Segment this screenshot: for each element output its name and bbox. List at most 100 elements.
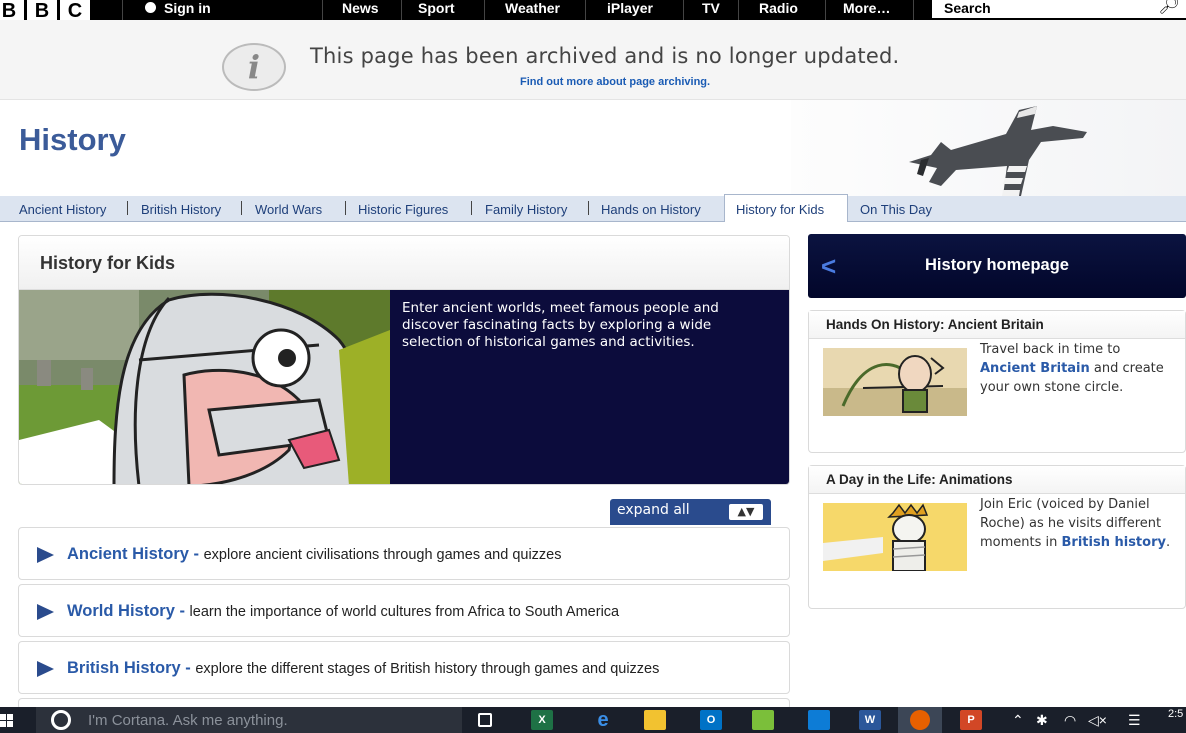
tab-historic-figures[interactable]: Historic Figures [358,202,448,217]
section-row[interactable]: Ancient History - explore ancient civili… [18,527,790,580]
task-view-icon[interactable] [478,713,492,727]
tab-separator [588,201,589,215]
tab-hands-on-history[interactable]: Hands on History [601,202,701,217]
promo-text: Travel back in time to Ancient Britain a… [980,340,1180,397]
tab-family-history[interactable]: Family History [485,202,567,217]
nav-divider [683,0,684,20]
nav-divider [484,0,485,20]
search-icon[interactable]: 🔎︎ [1158,0,1180,14]
powerpoint-icon[interactable]: P [960,710,982,730]
sign-in-link[interactable]: Sign in [145,0,211,20]
site-header: History [0,100,1186,196]
tab-separator [471,201,472,215]
windows-start-icon[interactable] [0,714,14,728]
spitfire-plane-icon [909,106,1087,196]
chevron-left-icon: < [821,251,837,281]
history-homepage-label: History homepage [925,256,1069,274]
app-icon[interactable] [752,710,774,730]
logo-letter: B [27,0,57,22]
section-title[interactable]: World History - learn the importance of … [67,602,619,621]
nav-weather[interactable]: Weather [505,0,560,16]
archer-thumbnail[interactable] [823,348,967,416]
nav-divider [913,0,914,20]
bbc-global-nav: B B C Sign in News Sport Weather iPlayer… [0,0,1186,22]
volume-icon[interactable]: ◁× [1088,712,1107,729]
section-title[interactable]: Ancient History - explore ancient civili… [67,545,561,564]
sign-in-label: Sign in [164,0,211,16]
expand-all-label: expand all [617,502,690,518]
eric-animation-image-icon [823,503,967,571]
promo-heading[interactable]: Hands On History: Ancient Britain [809,311,1185,339]
history-homepage-button[interactable]: < History homepage [808,234,1186,298]
nav-radio[interactable]: Radio [759,0,798,16]
expand-arrow-icon[interactable] [37,604,54,620]
bbc-logo[interactable]: B B C [0,0,90,22]
clock[interactable]: 2:5 [1168,708,1183,720]
firefox-icon[interactable] [898,707,942,733]
logo-letter: B [0,0,24,22]
expand-arrow-icon[interactable] [37,547,54,563]
nav-divider [585,0,586,20]
spitfire-banner-image [791,100,1186,196]
knight-illustration[interactable] [19,290,390,484]
feature-heading: History for Kids [19,236,789,290]
tab-world-wars[interactable]: World Wars [255,202,322,217]
tab-british-history[interactable]: British History [141,202,221,217]
expand-all-control[interactable]: expand all ▲︎▼︎ [610,499,771,525]
section-tabs: Ancient History British History World Wa… [0,194,1186,222]
promo-card: Hands On History: Ancient Britain Travel… [808,310,1186,453]
expand-arrow-icon[interactable] [37,661,54,677]
ancient-britain-link[interactable]: Ancient Britain [980,361,1090,376]
archer-image-icon [823,348,967,416]
feature-description: Enter ancient worlds, meet famous people… [390,290,789,484]
section-title[interactable]: British History - explore the different … [67,659,659,678]
archive-notice: i This page has been archived and is no … [0,20,1186,100]
tab-separator [345,201,346,215]
nav-more[interactable]: More… [843,0,890,16]
nav-divider [401,0,402,20]
nav-tv[interactable]: TV [702,0,720,16]
british-history-link[interactable]: British history [1062,535,1166,550]
nav-iplayer[interactable]: iPlayer [607,0,653,16]
file-explorer-icon[interactable] [644,710,666,730]
outlook-icon[interactable]: O [700,710,722,730]
promo-text-pre: Travel back in time to [980,342,1121,357]
chevron-up-icon[interactable]: ⌃ [1012,712,1024,729]
promo-card: A Day in the Life: Animations Join Eric … [808,465,1186,609]
promo-heading[interactable]: A Day in the Life: Animations [809,466,1185,494]
cortana-placeholder: I'm Cortana. Ask me anything. [88,712,288,729]
logo-letter: C [60,0,90,22]
promo-text-post: . [1165,535,1171,550]
section-row[interactable]: British History - explore the different … [18,641,790,694]
search-input[interactable]: Search 🔎︎ [932,0,1186,18]
eric-thumbnail[interactable] [823,503,967,571]
section-row[interactable]: World History - learn the importance of … [18,584,790,637]
page-title[interactable]: History [19,122,126,158]
nav-divider [322,0,323,20]
cortana-search-box[interactable]: I'm Cortana. Ask me anything. [36,707,462,733]
nav-news[interactable]: News [342,0,379,16]
tab-ancient-history[interactable]: Ancient History [19,202,106,217]
promo-text: Join Eric (voiced by Daniel Roche) as he… [980,495,1180,552]
expand-toggle-icon[interactable]: ▲︎▼︎ [729,504,763,520]
tab-history-for-kids[interactable]: History for Kids [736,202,824,217]
excel-icon[interactable]: X [531,710,553,730]
section-title-text: Ancient History [67,545,189,563]
tab-separator [241,201,242,215]
word-icon[interactable]: W [859,710,881,730]
section-dash: - [174,602,190,620]
section-description: explore ancient civilisations through ga… [203,547,562,563]
nav-sport[interactable]: Sport [418,0,455,16]
notification-icon[interactable]: ☰ [1128,712,1141,729]
edge-icon[interactable]: e [592,710,614,730]
section-dash: - [188,545,204,563]
archive-info-link[interactable]: Find out more about page archiving. [520,76,710,88]
section-title-text: British History [67,659,181,677]
section-description: learn the importance of world cultures f… [189,604,620,620]
dropbox-icon[interactable] [808,710,830,730]
cortana-icon [51,710,71,730]
tab-on-this-day[interactable]: On This Day [860,202,932,217]
info-icon: i [222,43,286,91]
tray-app-icon[interactable]: ✱ [1036,712,1048,729]
wifi-icon[interactable]: ◠ [1064,712,1076,729]
